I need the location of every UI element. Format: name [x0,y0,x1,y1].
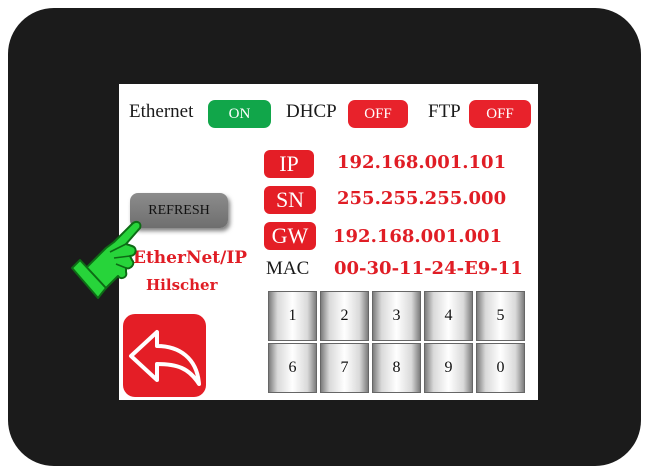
key-6[interactable]: 6 [268,343,317,393]
dhcp-label: DHCP [286,101,337,122]
key-7[interactable]: 7 [320,343,369,393]
dhcp-toggle[interactable]: OFF [348,100,408,128]
ip-tag: IP [264,150,314,178]
key-9[interactable]: 9 [424,343,473,393]
key-0[interactable]: 0 [476,343,525,393]
brand-vendor: Hilscher [146,276,218,294]
ethernet-toggle[interactable]: ON [208,100,271,128]
gw-value: 192.168.001.001 [333,226,503,247]
key-4[interactable]: 4 [424,291,473,341]
mac-value: 00-30-11-24-E9-11 [334,258,523,279]
back-arrow-icon [129,330,201,386]
ethernet-label: Ethernet [129,101,194,122]
ip-value: 192.168.001.101 [337,152,507,173]
mac-label: MAC [266,258,310,279]
key-8[interactable]: 8 [372,343,421,393]
back-button[interactable] [123,314,206,397]
sn-value: 255.255.255.000 [337,188,507,209]
key-5[interactable]: 5 [476,291,525,341]
ftp-toggle[interactable]: OFF [469,100,531,128]
gw-tag: GW [264,222,316,250]
ftp-label: FTP [428,101,461,122]
key-2[interactable]: 2 [320,291,369,341]
key-3[interactable]: 3 [372,291,421,341]
pointing-hand-icon [71,220,142,299]
key-1[interactable]: 1 [268,291,317,341]
sn-tag: SN [264,186,316,214]
